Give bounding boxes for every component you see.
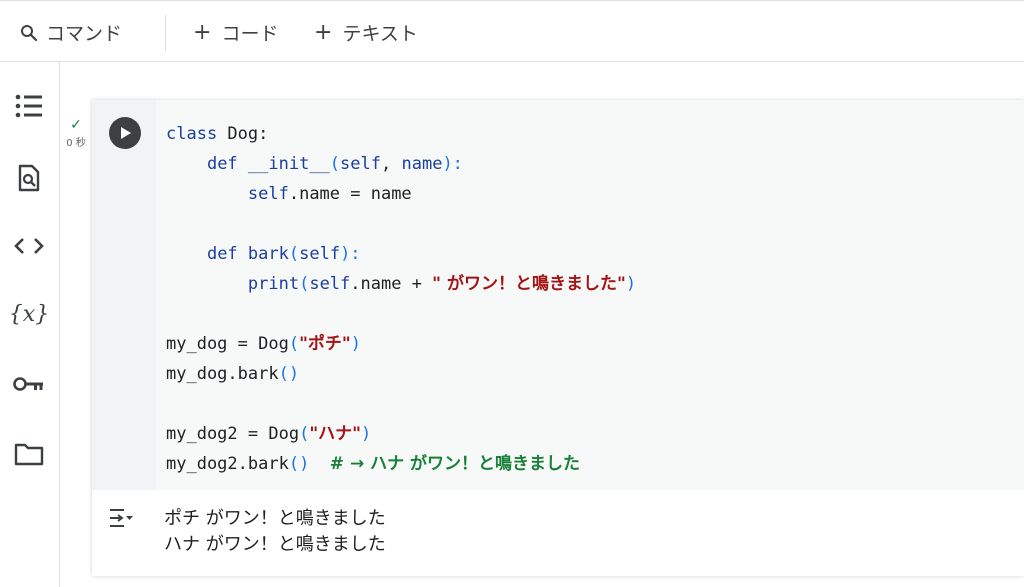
play-icon bbox=[121, 127, 131, 139]
code-text: class Dog: def __init__(self, name): sel… bbox=[166, 119, 636, 479]
code-line-5: def bark(self): bbox=[206, 244, 361, 264]
run-cell-button[interactable] bbox=[109, 117, 141, 149]
cell-output: ポチ がワン！と鳴きました ハナ がワン！と鳴きました bbox=[92, 490, 1024, 576]
toc-icon[interactable] bbox=[13, 90, 45, 122]
code-editor[interactable]: class Dog: def __init__(self, name): sel… bbox=[156, 100, 1024, 490]
folder-icon[interactable] bbox=[13, 438, 45, 470]
code-line-2: def __init__(self, name): bbox=[206, 154, 463, 174]
execution-time: 0 秒 bbox=[66, 138, 86, 149]
add-code-button[interactable]: + コード bbox=[193, 19, 278, 46]
secrets-key-icon[interactable] bbox=[13, 368, 45, 400]
execution-status: ✓ 0 秒 bbox=[62, 118, 90, 149]
add-text-label: テキスト bbox=[342, 23, 418, 45]
cell-gutter bbox=[92, 100, 156, 490]
left-sidebar: {x} bbox=[0, 62, 60, 587]
plus-icon: + bbox=[314, 19, 333, 45]
toolbar-divider bbox=[165, 15, 166, 51]
code-line-9: my_dog.bark() bbox=[166, 364, 300, 384]
code-line-11: my_dog2 = Dog("ハナ") bbox=[166, 424, 372, 444]
output-actions-icon[interactable] bbox=[108, 508, 134, 528]
code-snippets-icon[interactable] bbox=[13, 230, 45, 262]
add-text-button[interactable]: + テキスト bbox=[314, 19, 418, 46]
output-text: ポチ がワン！と鳴きました ハナ がワン！と鳴きました bbox=[164, 506, 386, 558]
variables-icon[interactable]: {x} bbox=[9, 298, 49, 330]
command-label: コマンド bbox=[46, 23, 123, 45]
add-code-label: コード bbox=[221, 23, 279, 45]
toolbar: コマンド + コード + テキスト bbox=[0, 0, 1024, 62]
output-line: ポチ がワン！と鳴きました bbox=[164, 508, 386, 529]
find-icon[interactable] bbox=[13, 162, 45, 194]
code-cell[interactable]: class Dog: def __init__(self, name): sel… bbox=[92, 100, 1024, 576]
code-line-8: my_dog = Dog("ポチ") bbox=[166, 334, 362, 354]
code-line-12: my_dog2.bark() # → ハナ がワン！と鳴きました bbox=[166, 454, 581, 474]
code-line-3: self.name = name bbox=[247, 184, 412, 204]
output-line: ハナ がワン！と鳴きました bbox=[164, 534, 386, 555]
code-line-1: class Dog: bbox=[166, 124, 269, 144]
check-icon: ✓ bbox=[70, 117, 82, 133]
plus-icon: + bbox=[193, 19, 212, 45]
command-palette-button[interactable]: コマンド bbox=[20, 19, 122, 46]
code-line-6: print(self.name + " がワン！と鳴きました") bbox=[247, 274, 637, 294]
search-icon bbox=[20, 24, 38, 42]
